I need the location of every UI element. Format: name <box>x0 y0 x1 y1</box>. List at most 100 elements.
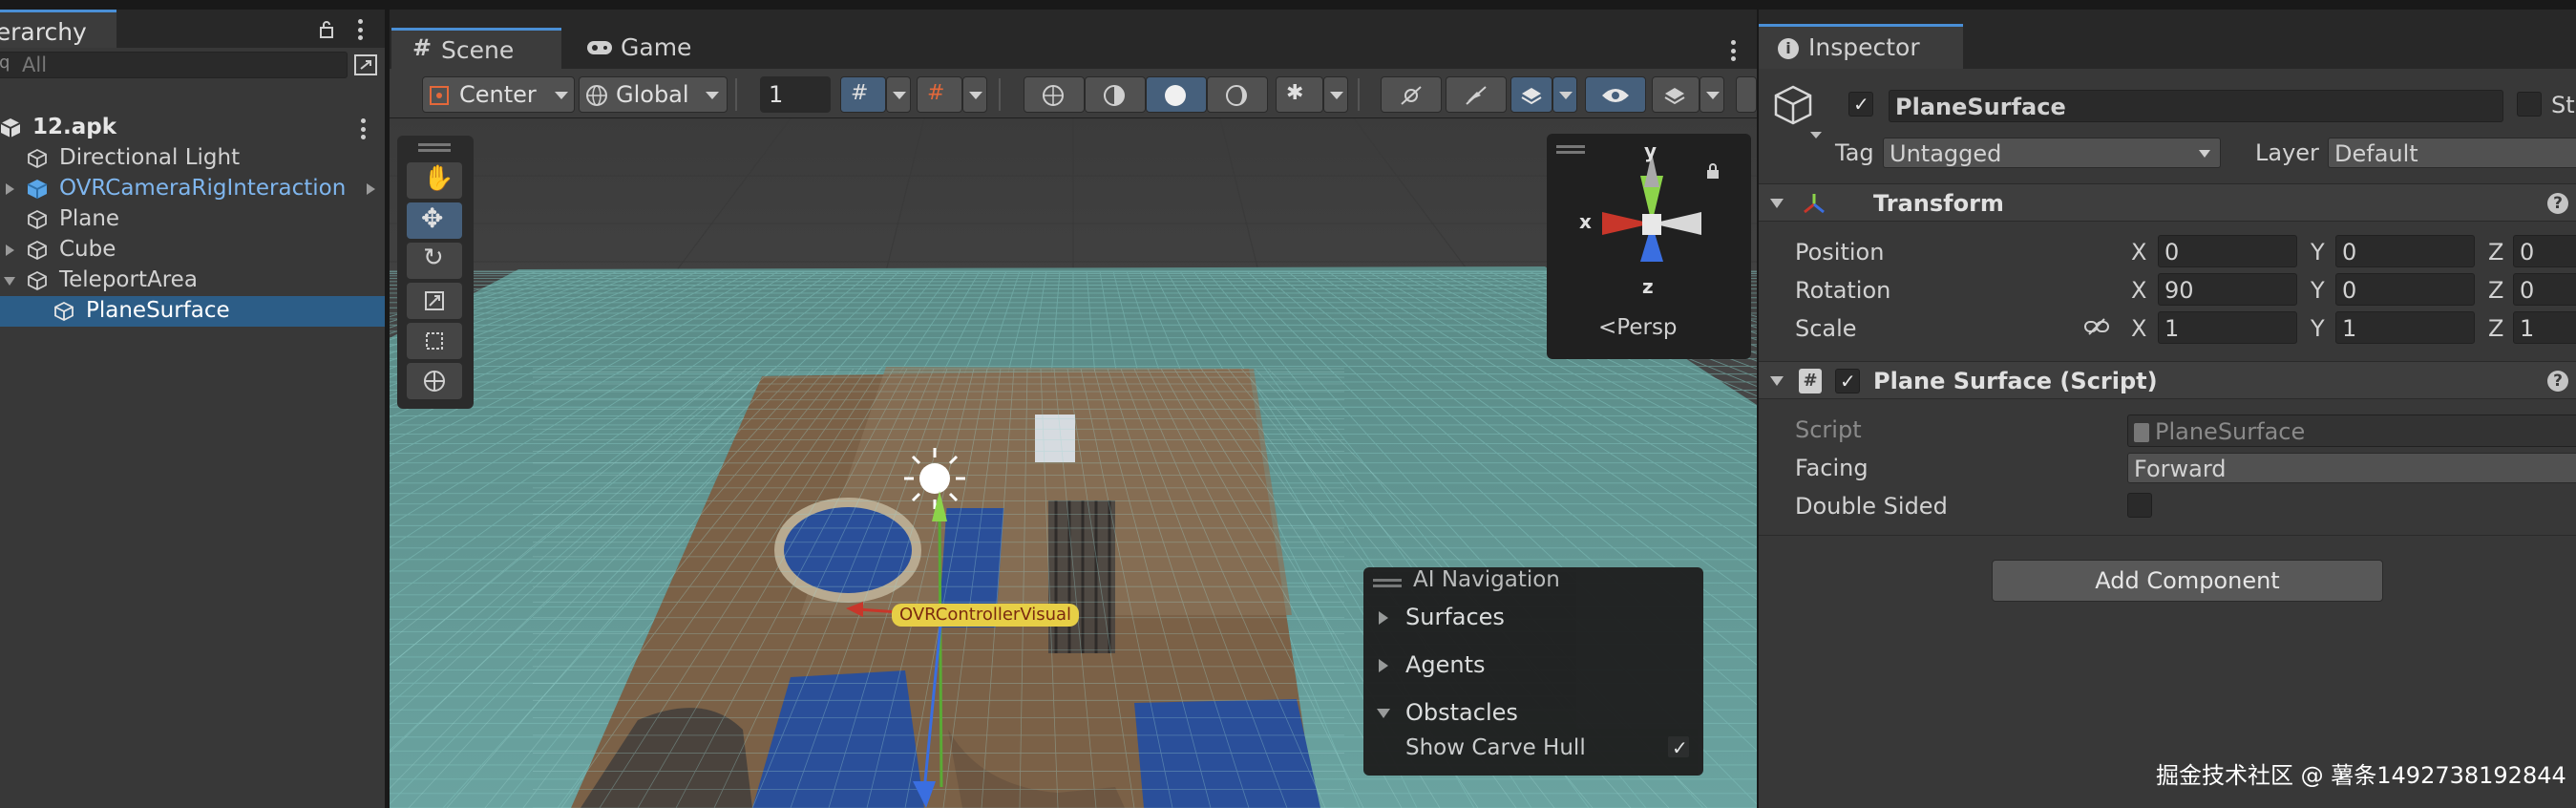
help-icon[interactable]: ? <box>2547 193 2568 214</box>
orientation-gizmo[interactable]: y x z <Persp <box>1547 134 1751 359</box>
y-label: Y <box>2311 277 2325 304</box>
object-name-field[interactable]: PlaneSurface <box>1889 90 2503 122</box>
scene-panel: # Scene Game Center Global 1 # # ✱ OVRCo… <box>390 10 1757 808</box>
drag-handle-icon[interactable] <box>418 143 451 146</box>
gamepad-icon <box>587 41 612 54</box>
layer-dropdown[interactable]: Default <box>2328 138 2576 168</box>
hierarchy-menu-icon[interactable] <box>357 19 363 40</box>
grid-snap-dropdown[interactable] <box>886 76 911 113</box>
hierarchy-search-input[interactable]: q All <box>0 52 348 78</box>
effects-layers-icon <box>1521 88 1542 105</box>
scene-menu-icon[interactable] <box>1730 40 1736 61</box>
component-enabled-checkbox[interactable]: ✓ <box>1835 369 1860 393</box>
more-toolbar-button[interactable] <box>1736 76 1757 113</box>
hand-tool-button[interactable]: ✋ <box>407 162 462 199</box>
hierarchy-root-row[interactable]: 12.apk <box>0 113 385 143</box>
ai-nav-surfaces[interactable]: Surfaces <box>1363 600 1703 638</box>
tag-label: Tag <box>1835 139 1874 166</box>
increment-snap-dropdown[interactable] <box>962 76 987 113</box>
tab-label: Scene <box>441 36 515 64</box>
tab-hierarchy[interactable]: Hierarchy <box>0 10 116 48</box>
rotation-y-field[interactable]: 0 <box>2335 273 2475 306</box>
tab-inspector[interactable]: i Inspector <box>1759 24 1963 69</box>
effects-toggle[interactable] <box>1510 76 1552 113</box>
expand-arrow-icon[interactable] <box>6 183 14 195</box>
hierarchy-item-directional-light[interactable]: Directional Light <box>0 143 385 174</box>
wireframe-shading-button[interactable] <box>1024 76 1085 113</box>
section-label: Surfaces <box>1405 604 1505 630</box>
globe-icon <box>586 85 607 106</box>
collapse-arrow-icon[interactable] <box>4 277 15 286</box>
scene-menu-icon[interactable] <box>360 118 366 139</box>
scale-y-field[interactable]: 1 <box>2335 311 2475 344</box>
rect-tool-button[interactable] <box>407 323 462 359</box>
expand-arrow-icon[interactable] <box>6 245 14 256</box>
rotate-tool-button[interactable]: ↻ <box>407 243 462 279</box>
unlit-sphere-icon <box>1226 85 1247 106</box>
drag-handle-icon[interactable] <box>1373 579 1402 582</box>
scene-viewport[interactable]: OVRControllerVisual ✋ ✥ ↻ y x z <Persp A… <box>390 118 1757 808</box>
hierarchy-item-teleportarea[interactable]: TeleportArea <box>0 266 385 296</box>
increment-snap-button[interactable]: # <box>917 76 962 113</box>
transform-all-icon <box>424 371 445 392</box>
position-z-field[interactable]: 0 <box>2513 235 2576 267</box>
active-checkbox[interactable]: ✓ <box>1848 92 1873 117</box>
layers-icon <box>1664 88 1685 105</box>
static-checkbox[interactable] <box>2517 92 2542 117</box>
layers-dropdown[interactable] <box>1700 76 1724 113</box>
rotation-z-field[interactable]: 0 <box>2513 273 2576 306</box>
scene-lighting-toggle[interactable] <box>1381 76 1442 113</box>
tag-dropdown[interactable]: Untagged <box>1883 138 2221 168</box>
unlit-button[interactable] <box>1207 76 1268 113</box>
persp-arrow-icon: < <box>1598 315 1617 340</box>
scale-tool-button[interactable] <box>407 283 462 319</box>
double-sided-checkbox[interactable] <box>2127 493 2152 518</box>
help-icon[interactable]: ? <box>2547 371 2568 392</box>
layers-button[interactable] <box>1652 76 1700 113</box>
transform-tool-button[interactable] <box>407 363 462 399</box>
hierarchy-item-plane[interactable]: Plane <box>0 204 385 235</box>
rotate-icon: ↻ <box>423 244 444 272</box>
plane-surface-header[interactable]: # ✓ Plane Surface (Script) ? <box>1759 361 2576 399</box>
lock-icon[interactable] <box>319 19 334 38</box>
z-label: Z <box>2488 315 2504 342</box>
hierarchy-item-planesurface[interactable]: PlaneSurface <box>0 296 385 327</box>
hierarchy-item-ovrcamerarig[interactable]: OVRCameraRigInteraction <box>0 174 385 204</box>
space-dropdown[interactable]: Global <box>579 76 728 113</box>
audio-toggle[interactable] <box>1446 76 1507 113</box>
hierarchy-item-cube[interactable]: Cube <box>0 235 385 266</box>
constrain-proportions-icon[interactable] <box>2083 317 2110 336</box>
drag-handle-icon[interactable] <box>1556 145 1585 148</box>
effects-dropdown[interactable] <box>1552 76 1577 113</box>
add-component-button[interactable]: Add Component <box>1992 560 2383 602</box>
shaded-wireframe-button[interactable] <box>1085 76 1146 113</box>
scale-z-field[interactable]: 1 <box>2513 311 2576 344</box>
rotation-x-field[interactable]: 90 <box>2158 273 2297 306</box>
shaded-button[interactable] <box>1146 76 1207 113</box>
checkmark-icon: ✓ <box>1672 736 1688 759</box>
tab-game[interactable]: Game <box>567 28 720 69</box>
space-label: Global <box>616 81 689 108</box>
toolbar-divider <box>735 78 737 111</box>
dropdown-arrow-icon <box>969 92 982 99</box>
open-prefab-arrow-icon[interactable] <box>367 183 375 195</box>
transform-header[interactable]: Transform ? <box>1759 183 2576 222</box>
show-carve-hull-checkbox[interactable]: ✓ <box>1667 735 1690 759</box>
move-tool-button[interactable]: ✥ <box>407 202 462 239</box>
ai-nav-agents[interactable]: Agents <box>1363 648 1703 686</box>
scene-visibility-toggle[interactable] <box>1585 76 1646 113</box>
position-y-field[interactable]: 0 <box>2335 235 2475 267</box>
position-x-field[interactable]: 0 <box>2158 235 2297 267</box>
expand-search-icon[interactable] <box>353 53 378 76</box>
facing-dropdown[interactable]: Forward <box>2127 453 2576 483</box>
icon-dropdown-arrow[interactable] <box>1810 132 1822 138</box>
ai-nav-obstacles[interactable]: Obstacles <box>1363 695 1703 734</box>
scale-x-field[interactable]: 1 <box>2158 311 2297 344</box>
grid-snap-button[interactable]: # <box>840 76 886 113</box>
tab-scene[interactable]: # Scene <box>391 28 561 69</box>
debug-draw-dropdown[interactable] <box>1323 76 1348 113</box>
grid-size-input[interactable]: 1 <box>760 76 831 113</box>
pivot-dropdown[interactable]: Center <box>422 76 575 113</box>
perspective-toggle[interactable]: <Persp <box>1598 315 1678 340</box>
debug-draw-button[interactable]: ✱ <box>1276 76 1323 113</box>
